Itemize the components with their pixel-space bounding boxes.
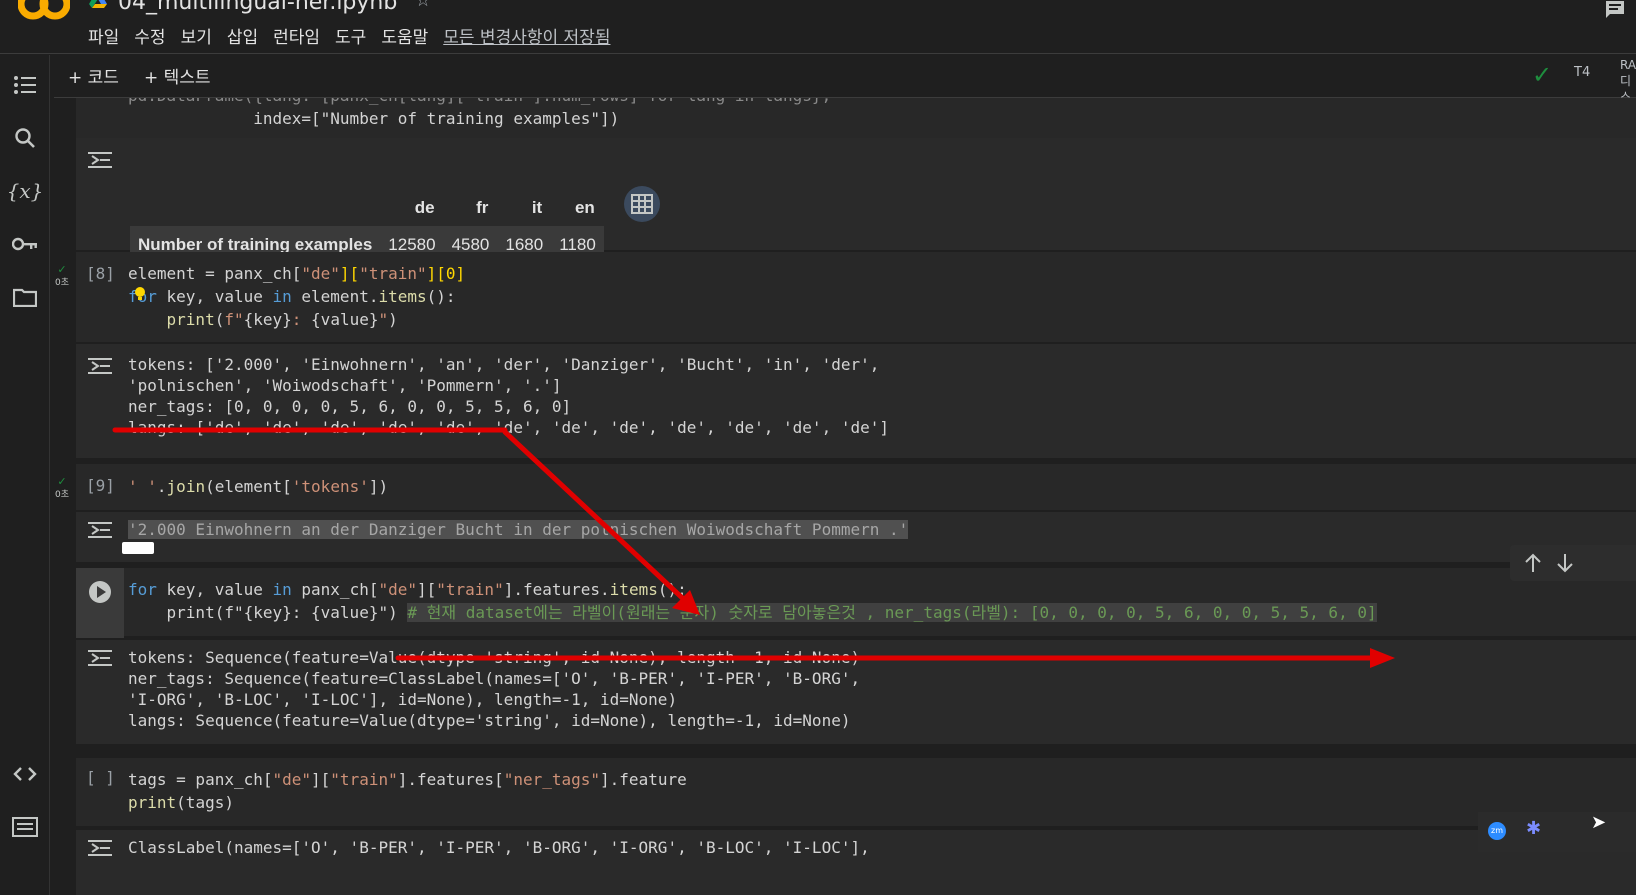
arrowhead-icon — [1370, 648, 1395, 668]
gear-icon[interactable]: ✱ — [1526, 818, 1541, 839]
zoom-icon[interactable]: zm — [1488, 822, 1506, 840]
annotation-arrows — [112, 427, 1395, 668]
system-tray: zm ✱ — [1478, 812, 1636, 852]
mouse-cursor-icon: ➤ — [1591, 812, 1607, 833]
annotation-arrow — [502, 429, 695, 610]
